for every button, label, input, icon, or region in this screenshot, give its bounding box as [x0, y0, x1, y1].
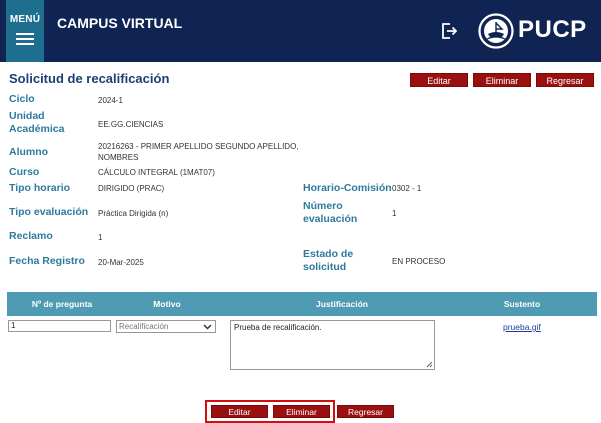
curso-value: CÁLCULO INTEGRAL (1MAT07) [98, 168, 215, 177]
resize-grip-icon[interactable] [426, 361, 433, 368]
back-button[interactable]: Regresar [536, 73, 594, 87]
justificacion-text: Prueba de recalificación. [234, 323, 322, 332]
fecha-registro-label: Fecha Registro [9, 255, 85, 267]
pregunta-input[interactable]: 1 [8, 320, 111, 332]
numero-evaluacion-label-line2: evaluación [303, 213, 358, 225]
logout-icon[interactable] [441, 22, 457, 40]
back-button-bottom[interactable]: Regresar [337, 405, 394, 418]
sustento-link[interactable]: prueba.gif [503, 322, 541, 332]
numero-evaluacion-value: 1 [392, 209, 397, 218]
alumno-value-line1: 20216263 - PRIMER APELLIDO SEGUNDO APELL… [98, 142, 299, 151]
pucp-logo-text: PUCP [518, 16, 587, 43]
horario-comision-label: Horario-Comisión [303, 182, 392, 194]
horario-comision-value: 0302 - 1 [392, 184, 422, 193]
hamburger-icon [16, 33, 34, 45]
table-header: Nº de pregunta Motivo Justificación Sust… [7, 292, 597, 316]
estado-solicitud-label-line2: solicitud [303, 261, 347, 273]
estado-solicitud-label-line1: Estado de [303, 248, 354, 260]
tipo-horario-label: Tipo horario [9, 182, 71, 194]
unidad-label-line1: Unidad [9, 110, 45, 122]
delete-button-bottom[interactable]: Eliminar [273, 405, 330, 418]
tipo-evaluacion-label: Tipo evaluación [9, 206, 89, 218]
ciclo-label: Ciclo [9, 93, 35, 105]
alumno-value-line2: NOMBRES [98, 153, 139, 162]
header-justificacion: Justificación [316, 299, 368, 309]
estado-solicitud-value: EN PROCESO [392, 257, 446, 266]
header-sustento: Sustento [503, 299, 541, 309]
motivo-select-value: Recalificación [119, 322, 169, 331]
delete-button[interactable]: Eliminar [473, 73, 531, 87]
chevron-down-icon [203, 324, 212, 330]
fecha-registro-value: 20-Mar-2025 [98, 258, 144, 267]
tipo-evaluacion-value: Práctica Dirigida (n) [98, 209, 169, 218]
ciclo-value: 2024-1 [98, 96, 123, 105]
curso-label: Curso [9, 166, 40, 178]
unidad-value: EE.GG.CIENCIAS [98, 120, 164, 129]
reclamo-label: Reclamo [9, 230, 53, 242]
justificacion-textarea[interactable]: Prueba de recalificación. [230, 320, 435, 370]
edit-button-bottom[interactable]: Editar [211, 405, 268, 418]
top-header: MENÚ CAMPUS VIRTUAL PUCP [0, 0, 601, 62]
pucp-seal-icon [478, 13, 514, 49]
edit-button[interactable]: Editar [410, 73, 468, 87]
menu-label: MENÚ [9, 14, 41, 25]
app-title: CAMPUS VIRTUAL [57, 15, 183, 31]
alumno-label: Alumno [9, 146, 49, 158]
motivo-select[interactable]: Recalificación [116, 320, 216, 333]
header-pregunta: Nº de pregunta [31, 299, 93, 309]
page-title: Solicitud de recalificación [9, 71, 170, 86]
menu-button[interactable]: MENÚ [6, 0, 44, 62]
header-motivo: Motivo [153, 299, 181, 309]
reclamo-value: 1 [98, 233, 103, 242]
unidad-label-line2: Académica [9, 123, 65, 135]
numero-evaluacion-label-line1: Número [303, 200, 343, 212]
tipo-horario-value: DIRIGIDO (PRAC) [98, 184, 165, 193]
